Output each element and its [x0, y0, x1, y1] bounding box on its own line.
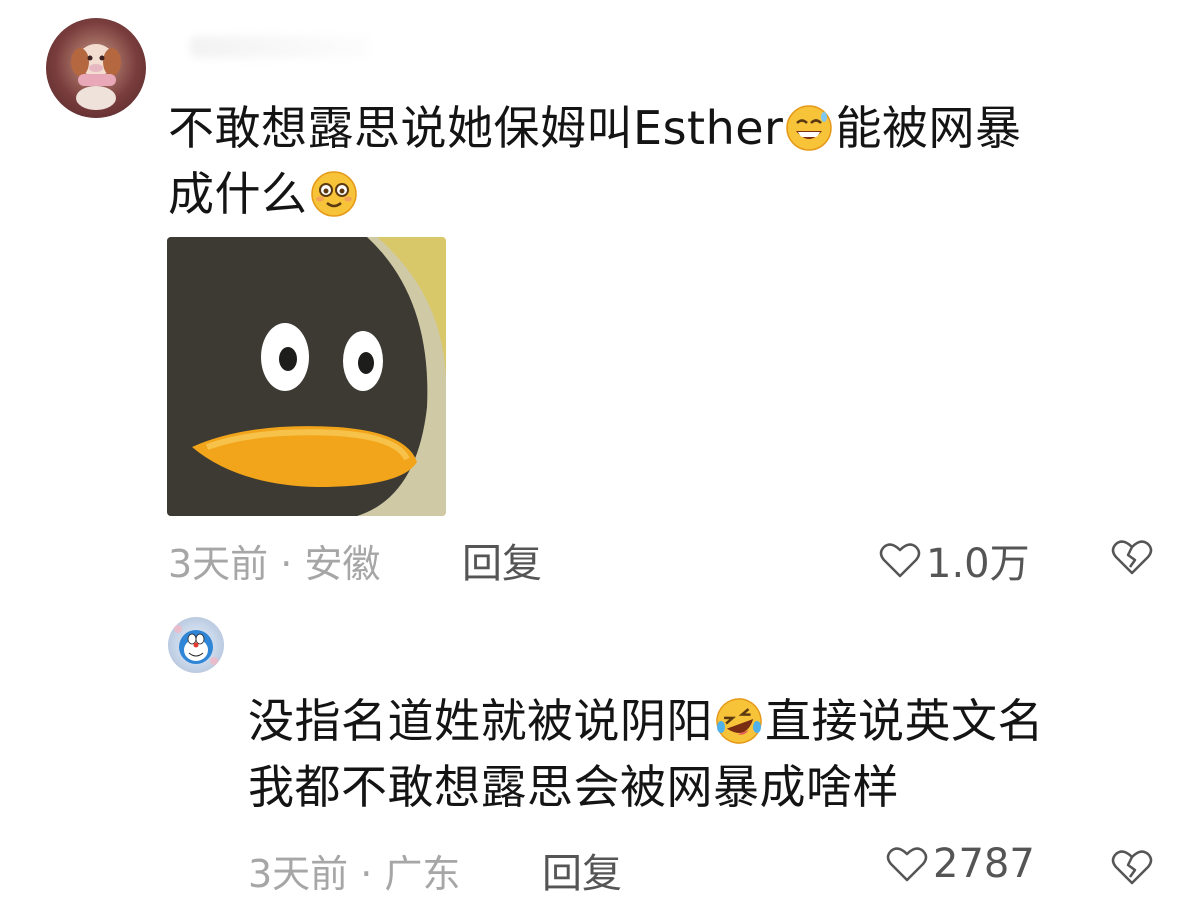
heart-icon [879, 543, 921, 578]
like-button[interactable]: 2787 [885, 841, 1035, 887]
heart-icon [886, 847, 928, 882]
grin-sweat-emoji-icon [786, 105, 833, 151]
avatar[interactable] [168, 617, 224, 673]
flushed-smile-emoji-icon [310, 171, 357, 217]
dog-avatar-icon [71, 44, 121, 110]
like-count: 2787 [933, 841, 1035, 887]
comment-text: 不敢想露思说她保姆叫Esther 能被网暴 成什么 [168, 101, 1022, 221]
reply-button[interactable]: 回复 [542, 841, 622, 899]
broken-heart-icon [1111, 540, 1153, 575]
like-count: 1.0万 [926, 541, 1030, 587]
comment-meta: 3天前 · 安徽 [168, 542, 381, 586]
broken-heart-icon [1111, 850, 1153, 885]
avatar[interactable] [46, 18, 146, 118]
penguin-face-icon [167, 237, 446, 516]
reply-button[interactable]: 回复 [462, 531, 542, 589]
dislike-button[interactable] [1110, 535, 1154, 583]
dislike-button[interactable] [1110, 845, 1154, 893]
like-button[interactable]: 1.0万 [878, 531, 1030, 589]
comment-text: 没指名道姓就被说阴阳 直接说英文名 我都不敢想露思会被网暴成啥样 [248, 694, 1044, 814]
comment-meta: 3天前 · 广东 [248, 852, 461, 896]
rofl-emoji-icon [716, 698, 762, 744]
penguin-sticker-image[interactable] [167, 237, 446, 516]
doraemon-avatar-icon [174, 625, 218, 665]
username-redacted [190, 36, 370, 58]
